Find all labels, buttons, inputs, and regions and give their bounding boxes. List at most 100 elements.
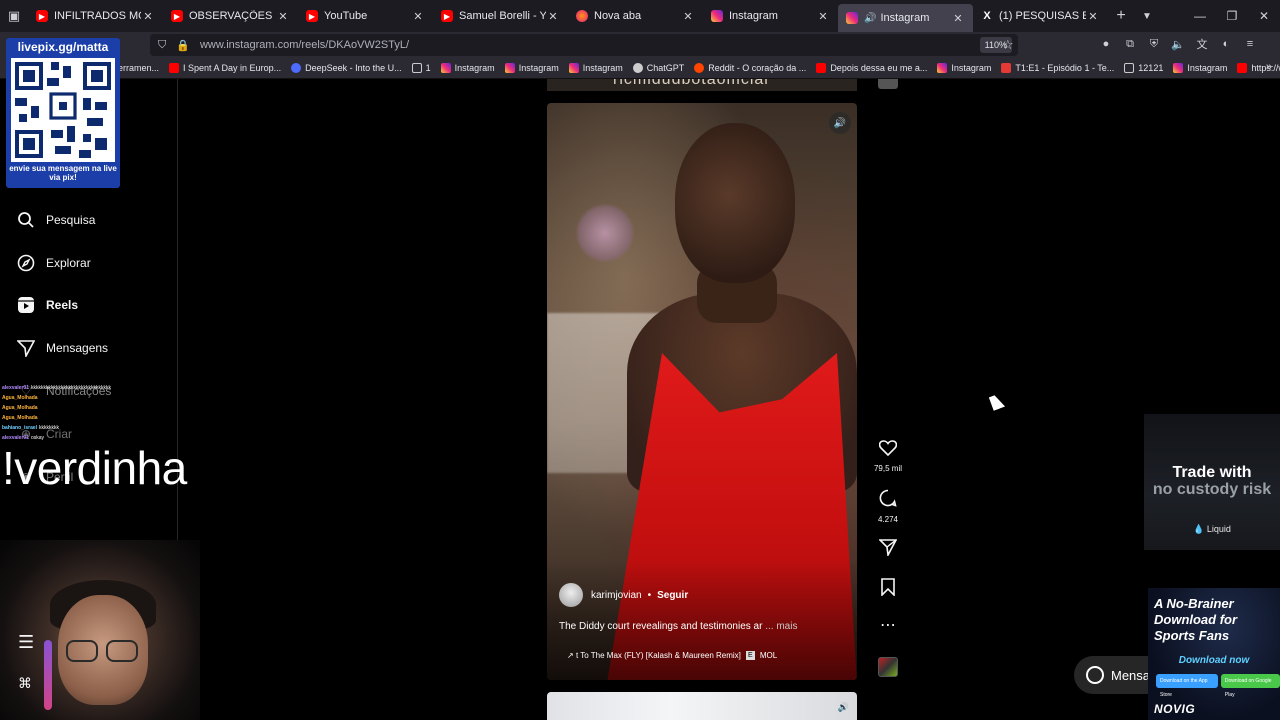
caption-more-link[interactable]: ... mais — [765, 621, 797, 632]
bookmark[interactable]: erramen... — [118, 63, 159, 73]
liquid-ad[interactable]: Trade with no custody risk 💧 Liquid — [1144, 414, 1280, 550]
bookmark[interactable]: ChatGPT — [632, 63, 684, 73]
bookmark-folder[interactable]: 1 — [411, 63, 431, 73]
previous-reel[interactable]: ricmidudbotaomcial — [547, 79, 857, 91]
bookmark[interactable]: T1:E1 - Episódio 1 - Te... — [1001, 63, 1114, 73]
streamer-webcam — [0, 540, 200, 720]
close-tab-icon[interactable]: ✕ — [1086, 10, 1100, 23]
novig-ad[interactable]: A No-Brainer Download for Sports Fans Do… — [1148, 588, 1280, 720]
more-options-icon[interactable]: ⋯ — [868, 616, 908, 636]
profile-icon[interactable]: ◐ — [1218, 34, 1234, 54]
minimize-icon[interactable]: — — [1184, 0, 1216, 32]
bookmark[interactable]: Reddit - O coração da ... — [694, 63, 806, 73]
tab-list-chevron-icon[interactable]: ▼ — [1134, 11, 1160, 22]
audio-thumbnail[interactable] — [878, 657, 898, 677]
save-button[interactable] — [868, 578, 908, 602]
close-tab-icon[interactable]: ✕ — [141, 10, 155, 23]
bookmark[interactable]: I Spent A Day in Europ... — [169, 63, 281, 73]
ad-cta[interactable]: Download now — [1148, 655, 1280, 666]
close-window-icon[interactable]: ✕ — [1248, 0, 1280, 32]
bookmark[interactable]: Instagram — [937, 63, 991, 73]
avatar[interactable] — [559, 583, 583, 607]
bookmark[interactable]: Instagram — [568, 63, 623, 73]
volume-icon[interactable]: 🔊 — [838, 702, 849, 713]
chat-command-overlay: !verdinha — [2, 442, 187, 494]
previous-audio-thumbnail[interactable] — [878, 79, 898, 89]
comment-count: 4.274 — [877, 515, 899, 524]
sidebar-item-messages[interactable]: Mensagens — [16, 334, 108, 362]
close-tab-icon[interactable]: ✕ — [951, 12, 965, 25]
address-bar[interactable]: ⛉ 🔒 www.instagram.com/reels/DKAoVW2STyL/… — [150, 34, 1018, 56]
app-store-badge[interactable]: Download on the App Store — [1156, 674, 1218, 698]
bookmarks-bar: erramen... I Spent A Day in Europ... Dee… — [0, 58, 1280, 79]
bookmark[interactable]: Instagram — [504, 63, 559, 73]
reel-audio[interactable]: ↗ t To The Max (FLY) [Kalash & Maureen R… — [567, 651, 777, 660]
sidebar-item-search[interactable]: Pesquisa — [16, 206, 95, 234]
instagram-icon — [711, 10, 723, 22]
tab[interactable]: ▶Samuel Borelli - YouTube✕ — [433, 0, 568, 32]
livepix-qr-overlay: livepix.gg/matta envie sua mensagem na l… — [6, 38, 120, 188]
bookmark[interactable]: Instagram — [1173, 63, 1227, 73]
new-tab-button[interactable]: + — [1108, 7, 1134, 25]
close-tab-icon[interactable]: ✕ — [681, 10, 695, 23]
account-icon[interactable]: ● — [1098, 34, 1114, 54]
nav-toolbar: ⛉ 🔒 www.instagram.com/reels/DKAoVW2STyL/… — [0, 32, 1280, 58]
restore-icon[interactable]: ❐ — [1216, 0, 1248, 32]
tab[interactable]: X(1) PESQUISAS E ANÁLISES✕ — [973, 0, 1108, 32]
bookmarks-overflow-icon[interactable]: » — [1266, 61, 1272, 73]
tab[interactable]: ▶OBSERVAÇÕES DIÁRIAS (E✕ — [163, 0, 298, 32]
ad-headline: Trade with — [1172, 464, 1252, 481]
next-reel[interactable]: 🔊 — [547, 692, 857, 720]
tab-bar: ▣ ▶INFILTRADOS MOSTRAM I✕ ▶OBSERVAÇÕES D… — [0, 0, 1280, 32]
more-menu-icon[interactable]: ☰ — [18, 632, 34, 653]
tab[interactable]: ▶INFILTRADOS MOSTRAM I✕ — [28, 0, 163, 32]
share-button[interactable] — [868, 538, 908, 562]
menu-icon[interactable]: ≡ — [1242, 34, 1258, 54]
reel-author: karimjovian • Seguir — [559, 583, 688, 607]
explicit-icon: E — [745, 651, 755, 660]
close-tab-icon[interactable]: ✕ — [816, 10, 830, 23]
comment-icon — [868, 489, 908, 513]
folder-icon — [411, 63, 422, 73]
bookmark-star-icon[interactable]: ☆ — [1002, 37, 1014, 53]
youtube-icon — [1237, 63, 1248, 73]
audio-arrow-icon: ↗ — [567, 651, 576, 660]
threads-icon[interactable]: ⌘ — [18, 675, 32, 692]
sidebar-item-reels[interactable]: Reels — [16, 291, 78, 319]
youtube-icon: ▶ — [36, 10, 48, 22]
bookmark[interactable]: Depois dessa eu me a... — [816, 63, 927, 73]
tab[interactable]: ▶ YouTube ✕ — [298, 0, 433, 32]
bookmark[interactable]: https://www.youtube.... — [1237, 63, 1280, 73]
comment-button[interactable]: 4.274 — [868, 489, 908, 524]
bookmark-folder[interactable]: 12121 — [1124, 63, 1163, 73]
follow-button[interactable]: Seguir — [657, 590, 688, 601]
qr-caption: envie sua mensagem na live via pix! — [9, 164, 117, 182]
close-tab-icon[interactable]: ✕ — [411, 10, 425, 23]
speaker-icon[interactable]: 🔊 — [864, 13, 876, 24]
volume-icon[interactable]: 🔊 — [829, 112, 851, 134]
qr-code — [11, 58, 115, 162]
volume-icon[interactable]: 🔈 — [1170, 34, 1186, 54]
mouse-cursor — [988, 393, 1006, 411]
messenger-icon — [1086, 666, 1104, 684]
ellipsis-glyph: ⋯ — [880, 617, 896, 634]
author-username[interactable]: karimjovian — [591, 590, 642, 601]
tab-overview-icon[interactable]: ▣ — [0, 0, 28, 32]
tab[interactable]: Instagram ✕ — [703, 0, 838, 32]
tab-active[interactable]: 🔊 Instagram ✕ — [838, 4, 973, 32]
tracking-protection-icon[interactable]: ⛉ — [158, 39, 166, 52]
shield-icon[interactable]: ⛨ — [1146, 34, 1162, 54]
like-button[interactable]: 79,5 mil — [868, 440, 908, 473]
bookmark[interactable]: DeepSeek - Into the U... — [291, 63, 402, 73]
sidebar-item-explore[interactable]: Explorar — [16, 249, 91, 277]
close-tab-icon[interactable]: ✕ — [276, 10, 290, 23]
translate-icon[interactable]: 文 — [1194, 34, 1210, 54]
tab[interactable]: Nova aba ✕ — [568, 0, 703, 32]
google-play-badge[interactable]: Download on Google Play — [1220, 674, 1280, 698]
lock-icon[interactable]: 🔒 — [176, 39, 190, 52]
chat-line: Agua_Molhada — [2, 405, 38, 411]
bookmark[interactable]: Instagram — [440, 63, 495, 73]
extensions-icon[interactable]: ⧉ — [1122, 34, 1138, 54]
close-tab-icon[interactable]: ✕ — [546, 10, 560, 23]
instagram-icon — [440, 63, 451, 73]
